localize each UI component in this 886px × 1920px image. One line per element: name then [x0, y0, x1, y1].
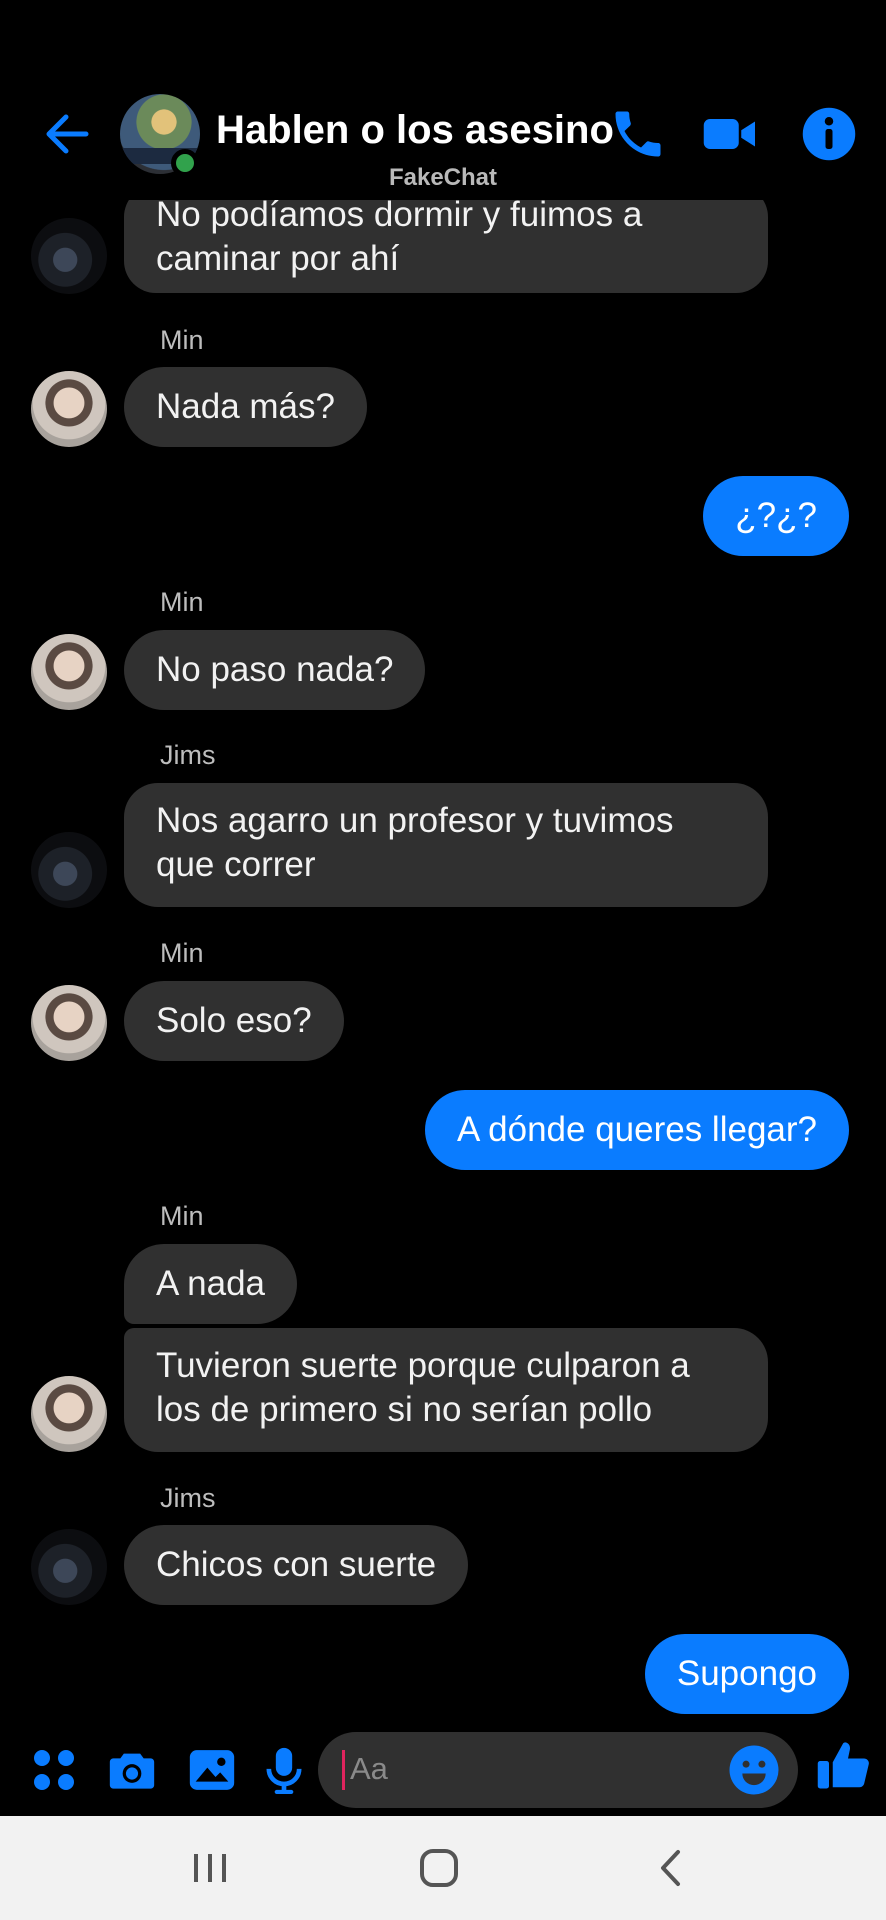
message-text: Solo eso? — [156, 1001, 312, 1040]
message-composer: Aa — [0, 1720, 886, 1820]
apps-icon[interactable] — [26, 1742, 82, 1798]
message-bubble[interactable]: No paso nada? — [124, 630, 426, 710]
sender-name: Jims — [160, 1483, 216, 1513]
message-bubble[interactable]: Solo eso? — [124, 981, 344, 1061]
video-call-icon[interactable] — [700, 104, 760, 164]
home-icon[interactable] — [414, 1846, 464, 1890]
message-placeholder: Aa — [350, 1751, 388, 1786]
avatar-min[interactable] — [31, 371, 107, 447]
gallery-icon[interactable] — [184, 1742, 240, 1798]
chat-title[interactable]: Hablen o los asesino — [216, 108, 614, 153]
microphone-icon[interactable] — [256, 1742, 312, 1798]
message-text: Supongo — [676, 1654, 817, 1693]
message-text: A dónde queres llegar? — [457, 1110, 817, 1149]
avatar-min[interactable] — [31, 1376, 107, 1452]
message-bubble[interactable]: Nos agarro un profesor y tuvimos que cor… — [124, 783, 768, 907]
camera-icon[interactable] — [104, 1742, 160, 1798]
message-input[interactable]: Aa — [318, 1732, 798, 1808]
avatar-jims[interactable] — [31, 218, 107, 294]
message-bubble[interactable]: A nada — [124, 1244, 297, 1324]
sender-name: Min — [160, 1201, 204, 1231]
message-text: Nada más? — [156, 387, 335, 426]
avatar-min[interactable] — [31, 634, 107, 710]
sender-name: Min — [160, 587, 204, 617]
back-icon[interactable] — [646, 1846, 696, 1890]
message-line: Tuvieron suerte porque culparon a — [156, 1346, 690, 1385]
watermark: FakeChat — [388, 164, 498, 191]
my-message-bubble[interactable]: Supongo — [644, 1634, 849, 1714]
message-bubble[interactable]: Nada más? — [124, 367, 367, 447]
message-line: caminar por ahí — [156, 239, 400, 278]
phone-call-icon[interactable] — [608, 104, 668, 164]
message-text: A nada — [156, 1264, 265, 1303]
system-navigation-bar — [0, 1816, 886, 1920]
avatar-min[interactable] — [31, 985, 107, 1061]
message-bubble[interactable]: No podíamos dormir y fuimos a caminar po… — [124, 185, 768, 293]
info-icon[interactable] — [799, 104, 859, 164]
sender-name: Min — [160, 325, 204, 355]
my-message-bubble[interactable]: ¿?¿? — [703, 476, 849, 556]
sender-name: Min — [160, 938, 204, 968]
emoji-icon[interactable] — [726, 1742, 782, 1798]
text-caret — [342, 1750, 345, 1790]
message-line: Nos agarro un profesor y tuvimos — [156, 801, 674, 840]
message-bubble[interactable]: Tuvieron suerte porque culparon a los de… — [124, 1328, 768, 1452]
message-bubble[interactable]: Chicos con suerte — [124, 1525, 469, 1605]
back-arrow-icon[interactable] — [40, 108, 92, 160]
message-line: que correr — [156, 845, 316, 884]
my-message-bubble[interactable]: A dónde queres llegar? — [425, 1090, 849, 1170]
message-text: Chicos con suerte — [156, 1545, 437, 1584]
avatar-jims[interactable] — [31, 1529, 107, 1605]
message-text: No paso nada? — [156, 650, 394, 689]
like-icon[interactable] — [814, 1736, 874, 1796]
sender-name: Jims — [160, 740, 216, 770]
message-text: ¿?¿? — [735, 496, 817, 535]
message-line: los de primero si no serían pollo — [156, 1390, 653, 1429]
message-list[interactable]: No podíamos dormir y fuimos a caminar po… — [0, 0, 886, 1730]
avatar-jims[interactable] — [31, 832, 107, 908]
recent-apps-icon[interactable] — [185, 1846, 235, 1890]
